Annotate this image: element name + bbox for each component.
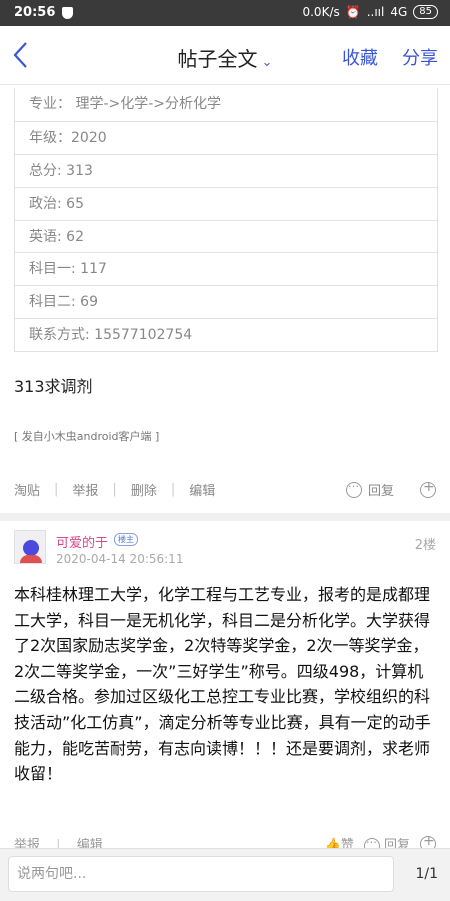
chevron-down-icon: ⌄ (261, 55, 273, 70)
favorite-button[interactable]: 收藏 (342, 44, 378, 70)
status-indicators: 0.0K/s ⏰ ..ııl 4G 85 (302, 5, 438, 19)
delete-button[interactable]: 删除 (131, 480, 157, 499)
info-row-subject2: 科目二: 69 (15, 285, 437, 318)
separator: | (54, 482, 59, 497)
info-row-subject1: 科目一: 117 (15, 252, 437, 285)
op-badge: 楼主 (114, 533, 138, 546)
info-row-contact: 联系方式: 15577102754 (15, 318, 437, 351)
reply-header: 可爱的于 楼主 2020-04-14 20:56:11 2楼 (14, 530, 436, 570)
bottom-bar: 1/1 (0, 848, 450, 901)
client-source: [ 发自小木虫android客户端 ] (14, 430, 160, 443)
reply-username[interactable]: 可爱的于 (56, 532, 108, 551)
shield-icon (62, 7, 73, 19)
network-type-icon: 4G (390, 5, 408, 19)
alarm-icon: ⏰ (345, 5, 361, 19)
floor-number: 2楼 (414, 538, 436, 553)
separator: | (170, 482, 176, 497)
avatar[interactable] (14, 530, 46, 564)
signal-icon: ..ııl (366, 5, 385, 19)
info-row-english: 英语: 62 (15, 219, 437, 253)
comment-icon[interactable] (345, 477, 362, 498)
info-row-politics: 政治: 65 (15, 186, 437, 220)
battery-icon: 85 (413, 5, 438, 19)
add-icon[interactable] (420, 479, 436, 498)
reply-content: 本科桂林理工大学，化学工程与工艺专业，报考的是成都理工大学，科目一是无机化学，科… (14, 585, 431, 784)
info-row-grade: 年级：2020 (15, 120, 437, 154)
top-nav: 帖子全文 ⌄ 收藏 分享 (0, 26, 450, 85)
report-button[interactable]: 举报 (72, 480, 98, 499)
network-speed: 0.0K/s (302, 5, 340, 19)
page-title[interactable]: 帖子全文 ⌄ (0, 43, 450, 72)
info-row-major: 专业： 理学->化学->分析化学 (29, 96, 222, 112)
page-title-text: 帖子全文 (177, 47, 258, 71)
status-bar: 20:56 0.0K/s ⏰ ..ııl 4G 85 (0, 0, 450, 26)
divider (0, 513, 450, 521)
reply-button[interactable]: 回复 (368, 480, 394, 499)
tao-button[interactable]: 淘贴 (14, 480, 40, 499)
info-table: 专业： 理学->化学->分析化学 年级：2020 总分: 313 政治: 65 … (14, 88, 438, 353)
info-row-total: 总分: 313 (15, 153, 437, 187)
reply-timestamp: 2020-04-14 20:56:11 (56, 552, 184, 566)
status-time: 20:56 (14, 5, 56, 20)
post-actions: 淘贴 | 举报 | 删除 | 编辑 回复 (14, 477, 436, 502)
share-button[interactable]: 分享 (402, 44, 438, 70)
post-text: 313求调剂 (14, 377, 93, 396)
edit-button[interactable]: 编辑 (189, 480, 215, 499)
separator: | (112, 482, 117, 497)
page-indicator[interactable]: 1/1 (415, 866, 438, 882)
comment-input[interactable] (8, 856, 394, 892)
